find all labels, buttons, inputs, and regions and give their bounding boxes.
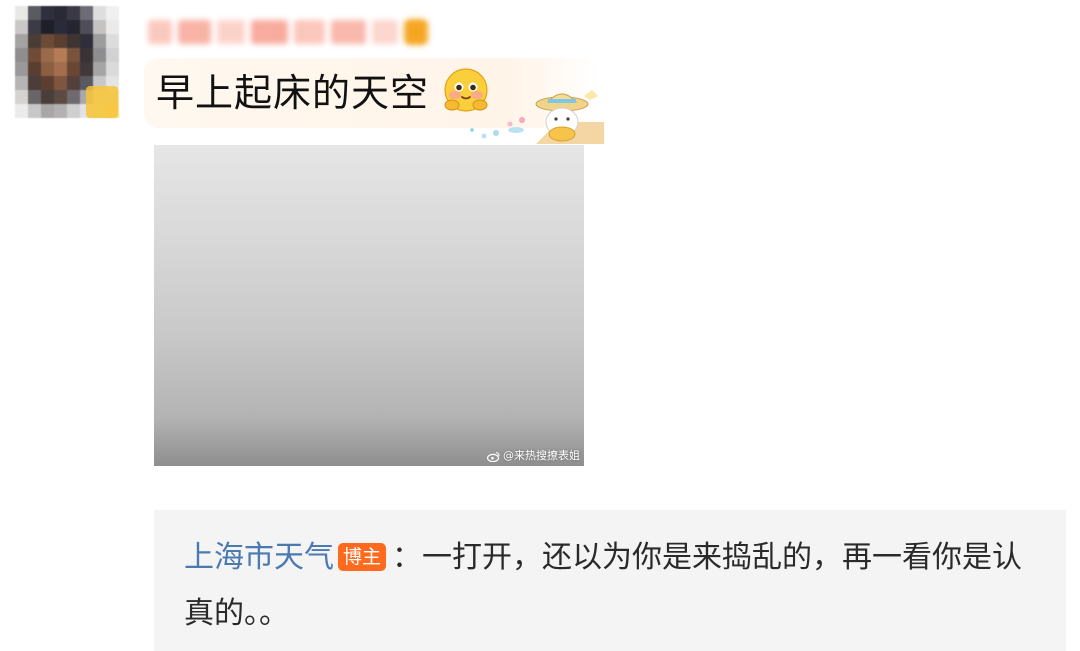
weibo-logo-icon xyxy=(487,451,500,462)
blogger-badge: 博主 xyxy=(338,543,387,571)
watermark-text: @来热搜撩表姐 xyxy=(503,449,580,462)
fan-badge-icon xyxy=(404,19,428,45)
post-photo[interactable]: @来热搜撩表姐 xyxy=(154,145,584,466)
comment-reply-box[interactable]: 上海市天气 博主 ：一打开，还以为你是来捣乱的，再一看你是认真的。。 xyxy=(154,510,1066,651)
verified-badge-icon xyxy=(86,86,118,118)
bunny-straw-hat-sticker-icon xyxy=(470,90,604,144)
reply-author-link[interactable]: 上海市天气 xyxy=(184,540,334,575)
username-blurred[interactable] xyxy=(148,12,428,52)
post-text: 早上起床的天空 xyxy=(156,71,430,115)
photo-watermark: @来热搜撩表姐 xyxy=(487,449,580,463)
